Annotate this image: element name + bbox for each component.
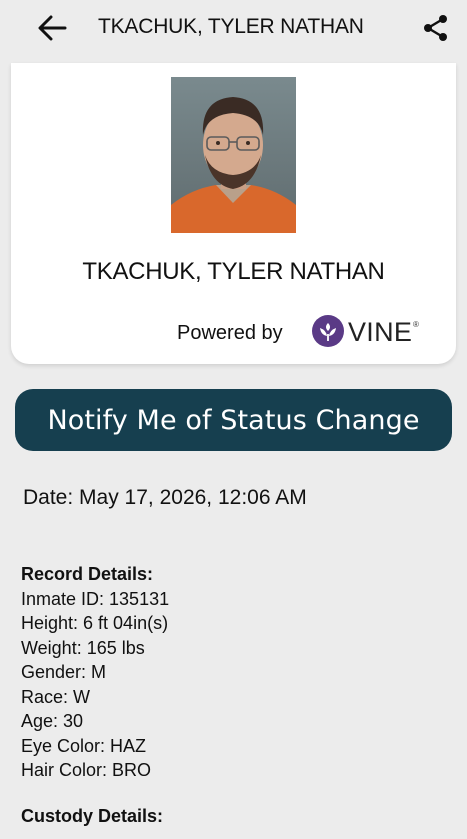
share-icon: [424, 15, 447, 41]
top-app-bar: TKACHUK, TYLER NATHAN: [0, 0, 467, 56]
record-row: Weight: 165 lbs: [21, 637, 145, 658]
page-title: TKACHUK, TYLER NATHAN: [98, 15, 364, 38]
back-button[interactable]: [34, 12, 70, 44]
notify-status-change-button[interactable]: Notify Me of Status Change: [15, 389, 452, 451]
registered-mark: ®: [413, 320, 419, 329]
record-row: Inmate ID: 135131: [21, 588, 170, 609]
vine-logo-icon: [312, 315, 344, 347]
mugshot-image: [171, 77, 296, 233]
date-value: May 17, 2026, 12:06 AM: [79, 486, 307, 509]
record-row: Height: 6 ft 04in(s): [21, 613, 169, 633]
record-row: Eye Color: HAZ: [21, 735, 147, 756]
record-row: Age: 30: [21, 711, 84, 731]
share-button[interactable]: [420, 12, 452, 44]
arrow-left-icon: [38, 15, 67, 41]
record-row: Race: W: [21, 686, 91, 707]
record-details: Record Details: Inmate ID: 135131 Height…: [21, 562, 441, 783]
inmate-photo: [171, 77, 296, 233]
inmate-card: TKACHUK, TYLER NATHAN Powered by VINE ®: [11, 63, 456, 364]
inmate-name: TKACHUK, TYLER NATHAN: [82, 258, 385, 285]
powered-by-label: Powered by: [177, 322, 283, 344]
date-label: Date:: [23, 486, 74, 509]
record-details-heading: Record Details:: [21, 564, 154, 584]
custody-details-heading: Custody Details:: [21, 806, 164, 826]
vine-brand-text: VINE: [348, 317, 413, 347]
record-row: Hair Color: BRO: [21, 760, 152, 780]
date-line: Date: May 17, 2026, 12:06 AM: [23, 486, 307, 510]
record-row: Gender: M: [21, 662, 107, 682]
